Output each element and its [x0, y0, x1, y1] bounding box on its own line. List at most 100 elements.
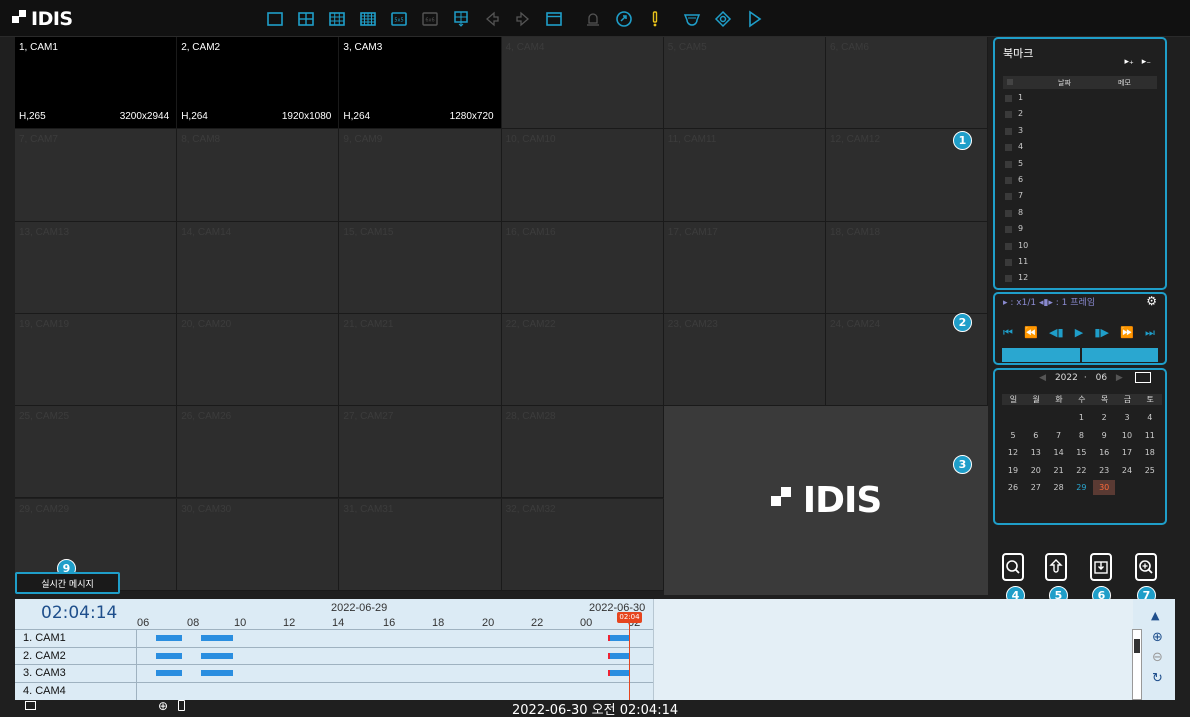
zoom-out-timeline-icon[interactable]: ⊖ [1152, 650, 1163, 665]
skip-end-icon[interactable]: ⏭ [1145, 326, 1155, 342]
live-message-button[interactable]: 실시간 메시지 [15, 572, 120, 594]
camera-tile[interactable]: 2, CAM2 H,264 1920x1080 [177, 37, 340, 130]
add-bookmark-button[interactable]: ▸₊ [1124, 57, 1133, 67]
search-button[interactable] [1002, 553, 1024, 581]
bookmark-checkbox[interactable] [1005, 209, 1012, 217]
ptz-icon[interactable] [679, 8, 705, 30]
camera-tile[interactable]: 15, CAM15 [339, 221, 502, 314]
calendar-day[interactable]: 6 [1025, 428, 1047, 443]
calendar-day[interactable]: 10 [1116, 428, 1138, 443]
camera-tile[interactable]: 23, CAM23 [663, 313, 826, 407]
bookmark-checkbox[interactable] [1005, 259, 1012, 266]
camera-tile[interactable]: 32, CAM32 [501, 498, 664, 591]
camera-tile[interactable]: 10, CAM10 [501, 129, 664, 222]
layout-6x6-icon[interactable]: 6x6 [417, 8, 443, 30]
calendar-day[interactable]: 4 [1139, 410, 1161, 425]
camera-tile[interactable]: 9, CAM9 [339, 129, 502, 222]
prev-group-icon[interactable] [479, 8, 505, 30]
bookmark-checkbox[interactable] [1005, 111, 1012, 119]
calendar-day[interactable]: 28 [1048, 480, 1070, 495]
calendar-day[interactable]: 29 [1070, 480, 1092, 495]
camera-tile[interactable]: 20, CAM20 [177, 313, 340, 407]
camera-tile[interactable]: 26, CAM26 [177, 406, 340, 499]
calendar-day[interactable]: 12 [1002, 445, 1024, 460]
bookmark-row[interactable]: 3 [1005, 125, 1145, 139]
export-button[interactable] [1045, 553, 1067, 581]
camera-tile[interactable]: 27, CAM27 [339, 406, 502, 499]
camera-tile[interactable]: 13, CAM13 [15, 221, 178, 314]
camera-tile[interactable]: 8, CAM8 [177, 129, 340, 222]
bookmark-row[interactable]: 12 [1005, 272, 1145, 286]
sequence-icon[interactable] [448, 8, 474, 30]
skip-start-icon[interactable]: ⏮ [1003, 326, 1013, 342]
playhead[interactable] [629, 614, 630, 700]
monitor-icon[interactable] [25, 701, 36, 710]
camera-tile[interactable]: 3, CAM3 H,264 1280x720 [339, 37, 502, 130]
play-icon[interactable]: ▶ [1075, 326, 1083, 342]
camera-tile[interactable]: 25, CAM25 [15, 406, 178, 499]
network-icon[interactable]: ⊕ [158, 699, 168, 713]
gear-icon[interactable]: ⚙ [1146, 294, 1157, 308]
play-icon[interactable] [741, 8, 767, 30]
bookmark-row[interactable]: 7 [1005, 190, 1145, 204]
camera-tile[interactable]: 22, CAM22 [501, 313, 664, 407]
storage-icon[interactable] [178, 700, 185, 711]
bookmark-row[interactable]: 10 [1005, 240, 1145, 254]
calendar-prev-button[interactable]: ◀ [1039, 373, 1046, 383]
remove-bookmark-button[interactable]: ▸₋ [1142, 57, 1151, 67]
timeline-row[interactable]: 3. CAM3 [15, 664, 653, 681]
calendar-day[interactable]: 15 [1070, 445, 1092, 460]
panic-record-icon[interactable] [611, 8, 637, 30]
calendar-day[interactable]: 23 [1093, 463, 1115, 478]
bookmark-checkbox[interactable] [1005, 127, 1012, 135]
layout-4x4-icon[interactable] [355, 8, 381, 30]
bookmark-checkbox[interactable] [1005, 226, 1012, 234]
calendar-day[interactable]: 16 [1093, 445, 1115, 460]
camera-tile[interactable]: 17, CAM17 [663, 221, 826, 314]
step-back-icon[interactable]: ◀▮ [1049, 326, 1064, 342]
calendar-day[interactable]: 19 [1002, 463, 1024, 478]
bookmark-row[interactable]: 1 [1005, 92, 1145, 106]
calendar-day[interactable]: 2 [1093, 410, 1115, 425]
camera-tile[interactable]: 31, CAM31 [339, 498, 502, 591]
zoom-button[interactable] [1135, 553, 1157, 581]
camera-tile[interactable]: 5, CAM5 [663, 37, 826, 130]
bookmark-checkbox[interactable] [1005, 177, 1012, 184]
timeline-scrollbar[interactable] [1132, 629, 1142, 700]
zoom-in-timeline-icon[interactable]: ⊕ [1152, 630, 1163, 645]
bookmark-row[interactable]: 8 [1005, 207, 1145, 221]
camera-tile[interactable]: 19, CAM19 [15, 313, 178, 407]
next-group-icon[interactable] [510, 8, 536, 30]
calendar-export-icon[interactable] [1135, 372, 1151, 383]
bookmark-checkbox[interactable] [1005, 275, 1012, 283]
calendar-day[interactable]: 5 [1002, 428, 1024, 443]
camera-tile[interactable]: 7, CAM7 [15, 129, 178, 222]
layout-3x3-icon[interactable] [324, 8, 350, 30]
calendar-day[interactable]: 18 [1139, 445, 1161, 460]
playback-speed-slider[interactable] [1002, 348, 1158, 362]
fast-rewind-icon[interactable]: ⏪ [1024, 326, 1038, 342]
camera-tile[interactable]: 4, CAM4 [501, 37, 664, 130]
timeline-row[interactable]: 2. CAM2 [15, 646, 653, 664]
bookmark-checkbox[interactable] [1005, 160, 1012, 168]
camera-tile[interactable]: 18, CAM18 [826, 221, 989, 314]
camera-tile[interactable]: 11, CAM11 [663, 129, 826, 222]
calendar-day[interactable]: 9 [1093, 428, 1115, 443]
collapse-up-icon[interactable]: ▲ [1151, 609, 1159, 622]
camera-tile[interactable]: 30, CAM30 [177, 498, 340, 591]
calendar-day[interactable]: 20 [1025, 463, 1047, 478]
bookmark-row[interactable]: 2 [1005, 108, 1145, 122]
camera-tile[interactable]: 1, CAM1 H,265 3200x2944 [15, 37, 178, 130]
timeline-row[interactable]: 1. CAM1 [15, 629, 653, 646]
calendar-day[interactable]: 24 [1116, 463, 1138, 478]
calendar-day[interactable]: 21 [1048, 463, 1070, 478]
calendar-day[interactable]: 30 [1093, 480, 1116, 495]
user-icon[interactable] [580, 8, 606, 30]
clip-copy-button[interactable] [1090, 553, 1112, 581]
view-icon[interactable] [710, 8, 736, 30]
refresh-icon[interactable]: ↻ [1152, 671, 1163, 686]
step-forward-icon[interactable]: ▮▶ [1094, 326, 1109, 342]
bookmark-row[interactable]: 4 [1005, 141, 1145, 155]
calendar-day[interactable]: 27 [1025, 480, 1047, 495]
camera-tile[interactable]: 16, CAM16 [501, 221, 664, 314]
